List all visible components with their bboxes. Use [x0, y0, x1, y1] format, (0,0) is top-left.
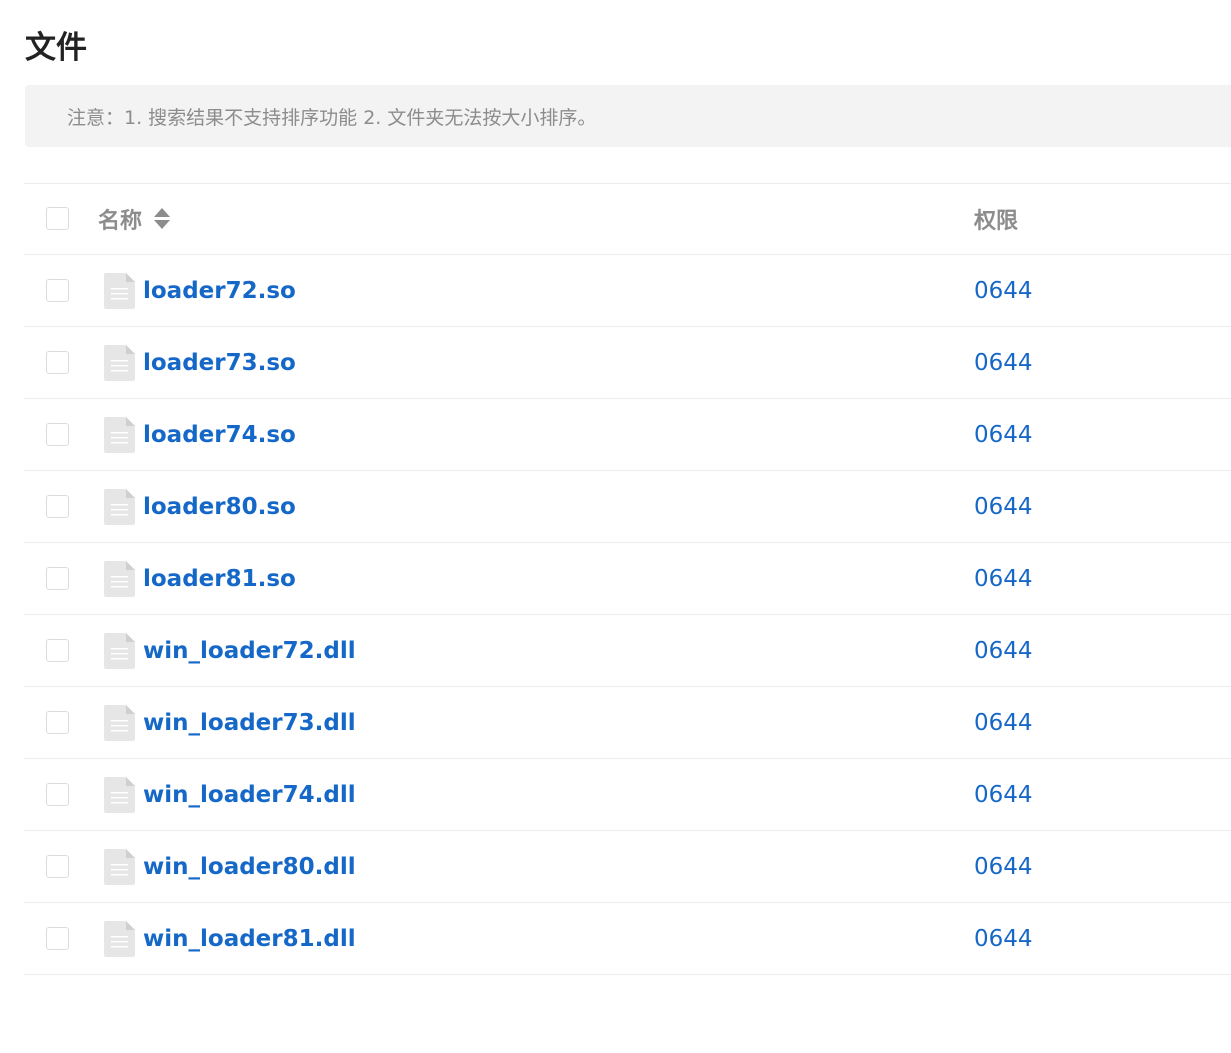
file-name-link[interactable]: loader81.so — [143, 543, 296, 614]
permission-value[interactable]: 0644 — [974, 615, 1033, 686]
notice-text: 注意：1. 搜索结果不支持排序功能 2. 文件夹无法按大小排序。 — [67, 106, 597, 129]
file-table: 名称 权限 loader72.so 0644 loader73.so 0644 … — [24, 183, 1231, 975]
table-body: loader72.so 0644 loader73.so 0644 loader… — [24, 255, 1231, 975]
table-row[interactable]: loader81.so 0644 — [24, 543, 1231, 615]
row-checkbox[interactable] — [46, 566, 69, 590]
table-row[interactable]: win_loader72.dll 0644 — [24, 615, 1231, 687]
file-icon — [104, 416, 135, 453]
permission-value[interactable]: 0644 — [974, 399, 1033, 470]
row-checkbox[interactable] — [46, 494, 69, 518]
page-title: 文件 — [25, 30, 87, 66]
file-name-link[interactable]: loader73.so — [143, 327, 296, 398]
permission-column-header: 权限 — [974, 184, 1018, 254]
sort-icon[interactable] — [154, 206, 171, 232]
file-name-link[interactable]: win_loader74.dll — [143, 759, 356, 830]
name-column-header[interactable]: 名称 — [98, 184, 171, 254]
file-name-link[interactable]: loader80.so — [143, 471, 296, 542]
permission-value[interactable]: 0644 — [974, 327, 1033, 398]
file-name-link[interactable]: win_loader80.dll — [143, 831, 356, 902]
row-checkbox[interactable] — [46, 854, 69, 878]
file-icon — [104, 632, 135, 669]
table-row[interactable]: loader73.so 0644 — [24, 327, 1231, 399]
file-icon — [104, 776, 135, 813]
file-name-link[interactable]: loader72.so — [143, 255, 296, 326]
permission-column-label: 权限 — [974, 209, 1019, 234]
row-checkbox[interactable] — [46, 782, 69, 806]
file-icon — [104, 704, 135, 741]
file-icon — [104, 344, 135, 381]
row-checkbox[interactable] — [46, 710, 69, 734]
row-checkbox[interactable] — [46, 422, 69, 446]
permission-value[interactable]: 0644 — [974, 687, 1033, 758]
table-row[interactable]: win_loader80.dll 0644 — [24, 831, 1231, 903]
row-checkbox[interactable] — [46, 638, 69, 662]
file-icon — [104, 848, 135, 885]
file-name-link[interactable]: loader74.so — [143, 399, 296, 470]
table-header: 名称 权限 — [24, 184, 1231, 255]
permission-value[interactable]: 0644 — [974, 471, 1033, 542]
file-icon — [104, 272, 135, 309]
permission-value[interactable]: 0644 — [974, 831, 1033, 902]
name-column-label: 名称 — [98, 209, 143, 234]
row-checkbox[interactable] — [46, 350, 69, 374]
table-row[interactable]: loader80.so 0644 — [24, 471, 1231, 543]
table-row[interactable]: loader74.so 0644 — [24, 399, 1231, 471]
row-checkbox[interactable] — [46, 278, 69, 302]
table-row[interactable]: win_loader73.dll 0644 — [24, 687, 1231, 759]
table-row[interactable]: win_loader81.dll 0644 — [24, 903, 1231, 975]
table-row[interactable]: win_loader74.dll 0644 — [24, 759, 1231, 831]
file-icon — [104, 920, 135, 957]
permission-value[interactable]: 0644 — [974, 255, 1033, 326]
permission-value[interactable]: 0644 — [974, 903, 1033, 974]
file-name-link[interactable]: win_loader73.dll — [143, 687, 356, 758]
file-icon — [104, 488, 135, 525]
notice-banner: 注意：1. 搜索结果不支持排序功能 2. 文件夹无法按大小排序。 — [25, 85, 1231, 147]
file-icon — [104, 560, 135, 597]
permission-value[interactable]: 0644 — [974, 543, 1033, 614]
permission-value[interactable]: 0644 — [974, 759, 1033, 830]
file-name-link[interactable]: win_loader72.dll — [143, 615, 356, 686]
select-all-checkbox[interactable] — [46, 207, 69, 230]
row-checkbox[interactable] — [46, 926, 69, 950]
table-row[interactable]: loader72.so 0644 — [24, 255, 1231, 327]
file-name-link[interactable]: win_loader81.dll — [143, 903, 356, 974]
